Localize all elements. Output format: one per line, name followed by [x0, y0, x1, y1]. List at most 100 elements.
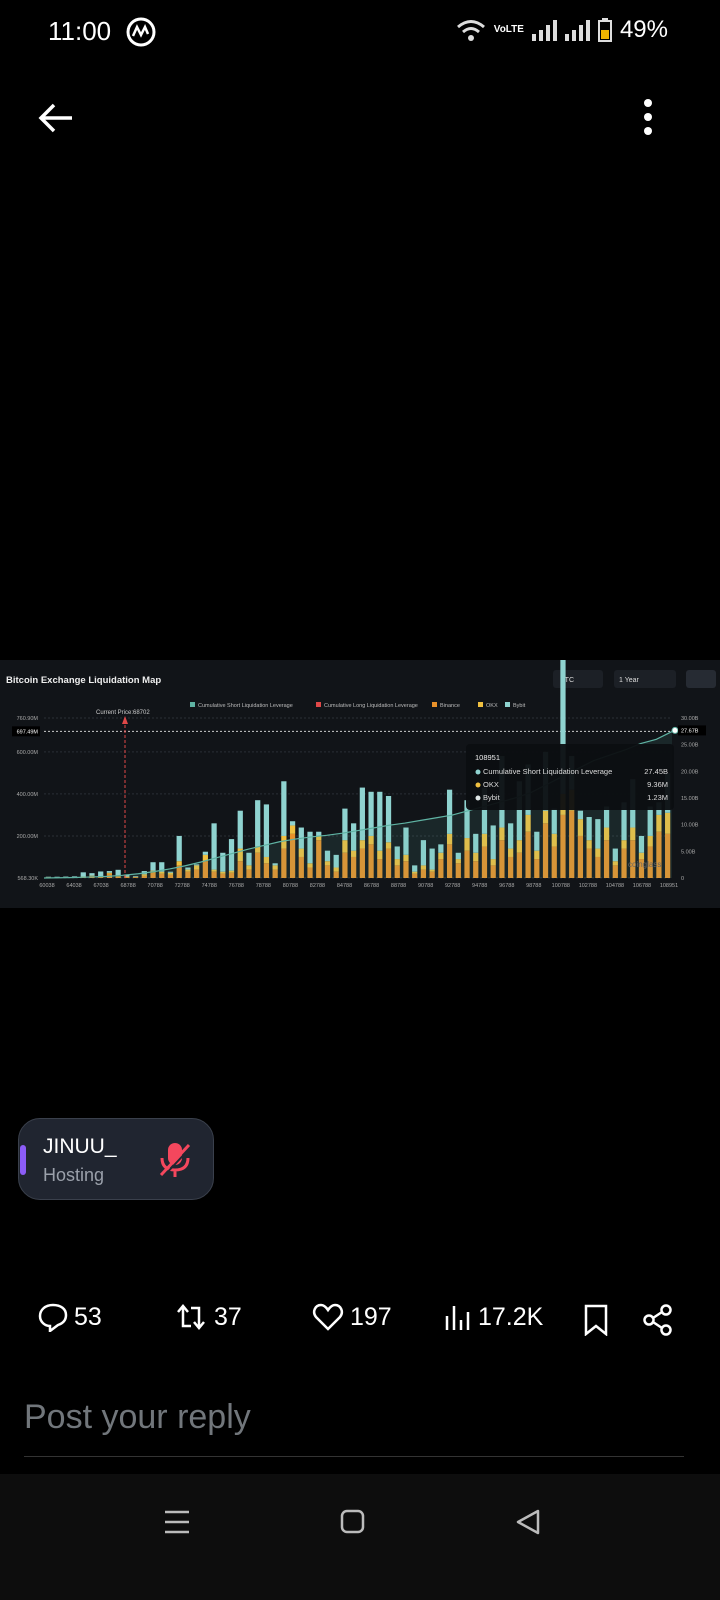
legend-label: Bybit: [513, 703, 526, 709]
bar-bybit: [150, 862, 156, 871]
battery-percent: 49%: [619, 16, 668, 43]
chart-image[interactable]: Bitcoin Exchange Liquidation Map BTC 1 Y…: [0, 660, 720, 908]
status-icons: VoLTE 49%: [456, 16, 668, 44]
x-tick-label: 76788: [229, 883, 244, 889]
tooltip-label: Cumulative Short Liquidation Leverage: [483, 767, 612, 776]
right-tick-label: 5.00B: [681, 849, 696, 855]
host-role: Hosting: [43, 1165, 105, 1185]
bookmark-icon[interactable]: [582, 1304, 610, 1336]
x-tick-label: 86788: [364, 883, 379, 889]
x-tick-label: 92788: [445, 883, 460, 889]
like-count: 197: [350, 1302, 392, 1331]
bar-bybit: [80, 872, 86, 877]
like-button[interactable]: 197: [312, 1302, 392, 1332]
tooltip-label: OKX: [483, 780, 499, 789]
chart-tooltip: 108951 Cumulative Short Liquidation Leve…: [466, 744, 674, 810]
host-name: JINUU_: [43, 1135, 117, 1158]
current-price-label: Current Price:68702: [96, 710, 150, 716]
right-tick-label: 25.00B: [681, 743, 699, 749]
views-count: 17.2K: [478, 1302, 544, 1331]
recents-icon[interactable]: [164, 1510, 190, 1534]
views-chart-icon: [445, 1306, 470, 1330]
bar-bybit: [202, 851, 208, 855]
x-tick-label: 108951: [660, 883, 678, 889]
x-tick-label: 74788: [202, 883, 217, 889]
x-tick-label: 96788: [499, 883, 514, 889]
x-tick-label: 100788: [552, 883, 570, 889]
legend-swatch: [190, 702, 195, 707]
signal-2-icon: [564, 19, 590, 41]
right-highlight-label: 27.67B: [681, 728, 699, 734]
left-highlight-label: 697.49M: [17, 729, 39, 735]
bar-bybit: [289, 821, 296, 826]
left-tick-label: 568.30K: [18, 876, 39, 882]
status-time: 11:00: [48, 16, 112, 46]
repost-button[interactable]: 37: [174, 1302, 242, 1332]
x-tick-label: 82788: [310, 883, 325, 889]
x-tick-label: 80788: [283, 883, 298, 889]
cumulative-short-point: [671, 726, 679, 734]
x-tick-label: 72788: [175, 883, 190, 889]
liquidation-map-chart: Bitcoin Exchange Liquidation Map BTC 1 Y…: [6, 660, 716, 889]
x-tick-label: 78788: [256, 883, 271, 889]
left-tick-label: 760.90M: [17, 716, 39, 722]
x-tick-label: 67038: [93, 883, 108, 889]
right-tick-label: 10.00B: [681, 823, 699, 829]
refresh-button[interactable]: [686, 670, 716, 688]
x-tick-label: 70788: [148, 883, 163, 889]
coinglass-watermark: coinglass: [628, 860, 661, 869]
bar-okx: [289, 825, 296, 834]
x-tick-label: 102788: [579, 883, 597, 889]
tooltip-dot: [475, 769, 481, 775]
bar-okx: [106, 872, 113, 874]
chart-legend: Cumulative Short Liquidation Leverage Cum…: [190, 702, 526, 709]
bar-bybit: [316, 831, 322, 836]
battery-charging-icon: [597, 18, 612, 42]
wifi-icon: [456, 20, 485, 41]
legend-swatch: [505, 702, 510, 707]
legend-label: OKX: [486, 703, 498, 709]
x-tick-label: 60038: [39, 883, 54, 889]
x-tick-label: 106788: [633, 883, 651, 889]
left-tick-label: 600.00M: [17, 750, 39, 756]
back-nav-icon[interactable]: [514, 1508, 542, 1536]
reply-button[interactable]: 53: [38, 1302, 102, 1332]
tooltip-dot: [475, 782, 481, 788]
bar-okx: [176, 861, 182, 866]
x-tick-label: 68788: [120, 883, 135, 889]
bar-bybit: [89, 873, 95, 876]
bar-bybit: [237, 810, 243, 849]
bar-okx: [89, 875, 95, 877]
range-select-value: 1 Year: [619, 677, 640, 684]
share-icon[interactable]: [642, 1304, 674, 1336]
tooltip-dot: [475, 795, 481, 801]
reply-input[interactable]: Post your reply: [24, 1398, 251, 1437]
bar-bybit: [255, 800, 261, 847]
tooltip-title: 108951: [475, 753, 500, 762]
right-tick-label: 15.00B: [681, 796, 699, 802]
repost-icon: [177, 1304, 205, 1330]
host-accent-bar: [20, 1145, 26, 1175]
x-tick-label: 98788: [526, 883, 541, 889]
right-tick-label: 30.00B: [681, 716, 699, 722]
reply-divider: [24, 1456, 684, 1457]
legend-swatch: [432, 702, 437, 707]
legend-label: Cumulative Short Liquidation Leverage: [198, 703, 293, 709]
volte-icon: VoLTE: [493, 24, 524, 35]
legend-swatch: [478, 702, 483, 707]
bar-bybit: [106, 871, 113, 873]
signal-1-icon: [531, 19, 557, 41]
left-tick-label: 400.00M: [17, 792, 39, 798]
views-button[interactable]: 17.2K: [444, 1302, 543, 1332]
heart-icon: [312, 1303, 344, 1331]
chart-title: Bitcoin Exchange Liquidation Map: [6, 675, 161, 686]
tooltip-label: Bybit: [483, 793, 501, 802]
home-icon[interactable]: [340, 1509, 366, 1535]
x-tick-label: 88788: [391, 883, 406, 889]
x-tick-label: 104788: [606, 883, 624, 889]
more-vertical-icon[interactable]: [638, 98, 658, 138]
back-arrow-icon[interactable]: [36, 100, 76, 136]
repost-count: 37: [214, 1302, 242, 1331]
x-tick-label: 94788: [472, 883, 487, 889]
space-host-pill[interactable]: JINUU_ Hosting: [18, 1118, 214, 1200]
